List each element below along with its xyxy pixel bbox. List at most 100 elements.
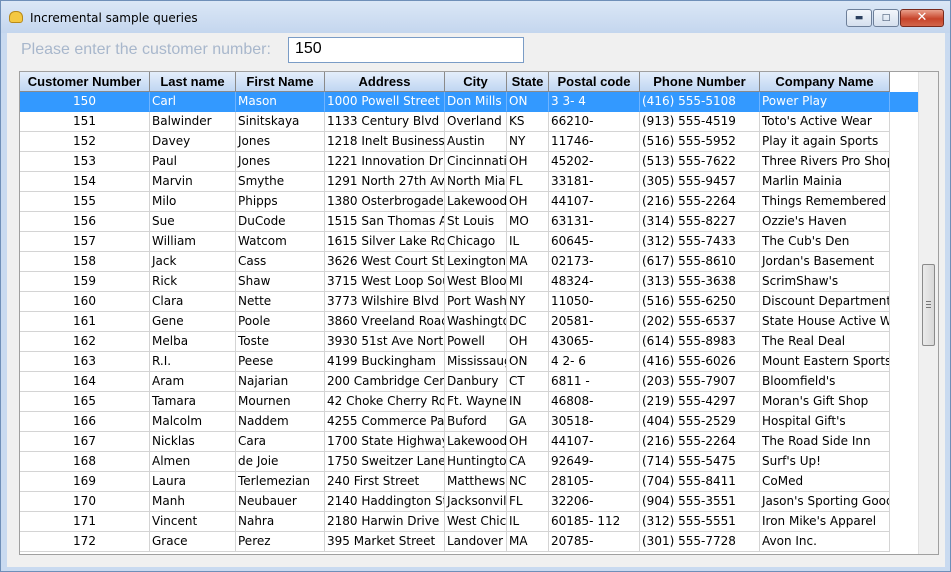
cell-state[interactable]: FL (507, 172, 549, 192)
cell-company-name[interactable]: CoMed (760, 472, 890, 492)
cell-first-name[interactable]: Nahra (236, 512, 325, 532)
cell-last-name[interactable]: Aram (150, 372, 236, 392)
table-row[interactable]: 154 Marvin Smythe 1291 North 27th Ave North … (20, 172, 920, 192)
cell-city[interactable]: Danbury (445, 372, 507, 392)
cell-company-name[interactable]: Play it again Sports (760, 132, 890, 152)
cell-first-name[interactable]: Peese (236, 352, 325, 372)
cell-city[interactable]: Port Washi (445, 292, 507, 312)
cell-postal-code[interactable]: 43065- (549, 332, 640, 352)
cell-first-name[interactable]: Naddem (236, 412, 325, 432)
cell-company-name[interactable]: Power Play (760, 92, 890, 112)
cell-company-name[interactable]: Marlin Mainia (760, 172, 890, 192)
cell-city[interactable]: Ft. Wayne (445, 392, 507, 412)
cell-state[interactable]: MA (507, 252, 549, 272)
cell-phone-number[interactable]: (513) 555-7622 (640, 152, 760, 172)
cell-phone-number[interactable]: (313) 555-3638 (640, 272, 760, 292)
cell-last-name[interactable]: Carl (150, 92, 236, 112)
cell-state[interactable]: OH (507, 432, 549, 452)
cell-last-name[interactable]: Gene (150, 312, 236, 332)
cell-phone-number[interactable]: (216) 555-2264 (640, 192, 760, 212)
cell-city[interactable]: Lakewood (445, 192, 507, 212)
cell-phone-number[interactable]: (305) 555-9457 (640, 172, 760, 192)
cell-customer-number[interactable]: 157 (20, 232, 150, 252)
table-row[interactable]: 166 Malcolm Naddem 4255 Commerce Park Buford… (20, 412, 920, 432)
cell-phone-number[interactable]: (516) 555-5952 (640, 132, 760, 152)
cell-city[interactable]: Lakewood (445, 432, 507, 452)
cell-postal-code[interactable]: 20581- (549, 312, 640, 332)
cell-first-name[interactable]: Neubauer (236, 492, 325, 512)
cell-city[interactable]: Lexington (445, 252, 507, 272)
cell-postal-code[interactable]: 45202- (549, 152, 640, 172)
table-row[interactable]: 157WilliamWatcom1615 Silver Lake RoadChi… (20, 232, 920, 252)
cell-first-name[interactable]: Nette (236, 292, 325, 312)
cell-state[interactable]: OH (507, 152, 549, 172)
table-row[interactable]: 167 Nicklas Cara 1700 State Highway Lakewood… (20, 432, 920, 452)
cell-company-name[interactable]: Surf's Up! (760, 452, 890, 472)
cell-state[interactable]: ON (507, 92, 549, 112)
cell-phone-number[interactable]: (312) 555-7433 (640, 232, 760, 252)
table-row[interactable]: 161 Gene Poole 3860 Vreeland Road Washingto D… (20, 312, 920, 332)
cell-company-name[interactable]: Jason's Sporting Goods (760, 492, 890, 512)
cell-postal-code[interactable]: 28105- (549, 472, 640, 492)
cell-customer-number[interactable]: 167 (20, 432, 150, 452)
cell-address[interactable]: 4199 Buckingham (325, 352, 445, 372)
column-header-first-name[interactable]: First Name (236, 72, 325, 92)
cell-address[interactable]: 3715 West Loop Sou (325, 272, 445, 292)
cell-customer-number[interactable]: 160 (20, 292, 150, 312)
cell-city[interactable]: Overland P (445, 112, 507, 132)
cell-last-name[interactable]: Jack (150, 252, 236, 272)
cell-first-name[interactable]: Phipps (236, 192, 325, 212)
column-header-postal-code[interactable]: Postal code (549, 72, 640, 92)
cell-customer-number[interactable]: 165 (20, 392, 150, 412)
cell-postal-code[interactable]: 92649- (549, 452, 640, 472)
cell-postal-code[interactable]: 46808- (549, 392, 640, 412)
cell-state[interactable]: NC (507, 472, 549, 492)
cell-state[interactable]: OH (507, 192, 549, 212)
cell-state[interactable]: DC (507, 312, 549, 332)
cell-state[interactable]: CT (507, 372, 549, 392)
cell-postal-code[interactable]: 4 2- 6 (549, 352, 640, 372)
cell-first-name[interactable]: Jones (236, 132, 325, 152)
column-header-state[interactable]: State (507, 72, 549, 92)
cell-state[interactable]: NY (507, 132, 549, 152)
cell-customer-number[interactable]: 158 (20, 252, 150, 272)
table-row[interactable]: 164AramNajarian200 Cambridge CenteDanbur… (20, 372, 920, 392)
table-row[interactable]: 159RickShaw3715 West Loop SouWest BloomM… (20, 272, 920, 292)
cell-city[interactable]: Austin (445, 132, 507, 152)
cell-company-name[interactable]: Jordan's Basement (760, 252, 890, 272)
cell-last-name[interactable]: Milo (150, 192, 236, 212)
cell-customer-number[interactable]: 155 (20, 192, 150, 212)
cell-address[interactable]: 395 Market Street (325, 532, 445, 552)
cell-company-name[interactable]: Hospital Gift's (760, 412, 890, 432)
cell-postal-code[interactable]: 60185- 112 (549, 512, 640, 532)
cell-state[interactable]: MA (507, 532, 549, 552)
cell-customer-number[interactable]: 166 (20, 412, 150, 432)
cell-company-name[interactable]: Avon Inc. (760, 532, 890, 552)
cell-city[interactable]: Matthews (445, 472, 507, 492)
cell-customer-number[interactable]: 159 (20, 272, 150, 292)
cell-company-name[interactable]: The Cub's Den (760, 232, 890, 252)
cell-company-name[interactable]: Mount Eastern Sports (760, 352, 890, 372)
column-header-phone-number[interactable]: Phone Number (640, 72, 760, 92)
cell-address[interactable]: 3626 West Court Stre (325, 252, 445, 272)
table-row[interactable]: 158 Jack Cass 3626 West Court Stre Lexington… (20, 252, 920, 272)
cell-address[interactable]: 42 Choke Cherry Road (325, 392, 445, 412)
cell-postal-code[interactable]: 6811 - (549, 372, 640, 392)
cell-customer-number[interactable]: 162 (20, 332, 150, 352)
cell-address[interactable]: 2180 Harwin Drive (325, 512, 445, 532)
table-row[interactable]: 171 Vincent Nahra 2180 Harwin Drive West Chi… (20, 512, 920, 532)
cell-city[interactable]: Buford (445, 412, 507, 432)
cell-first-name[interactable]: Mason (236, 92, 325, 112)
cell-customer-number[interactable]: 150 (20, 92, 150, 112)
cell-company-name[interactable]: Discount Department S (760, 292, 890, 312)
cell-postal-code[interactable]: 3 3- 4 (549, 92, 640, 112)
cell-postal-code[interactable]: 32206- (549, 492, 640, 512)
table-row[interactable]: 172 Grace Perez 395 Market Street Landover MA… (20, 532, 920, 552)
cell-customer-number[interactable]: 153 (20, 152, 150, 172)
cell-last-name[interactable]: Davey (150, 132, 236, 152)
cell-last-name[interactable]: R.I. (150, 352, 236, 372)
cell-address[interactable]: 1221 Innovation Drive (325, 152, 445, 172)
cell-postal-code[interactable]: 60645- (549, 232, 640, 252)
cell-last-name[interactable]: Melba (150, 332, 236, 352)
cell-address[interactable]: 3860 Vreeland Road (325, 312, 445, 332)
